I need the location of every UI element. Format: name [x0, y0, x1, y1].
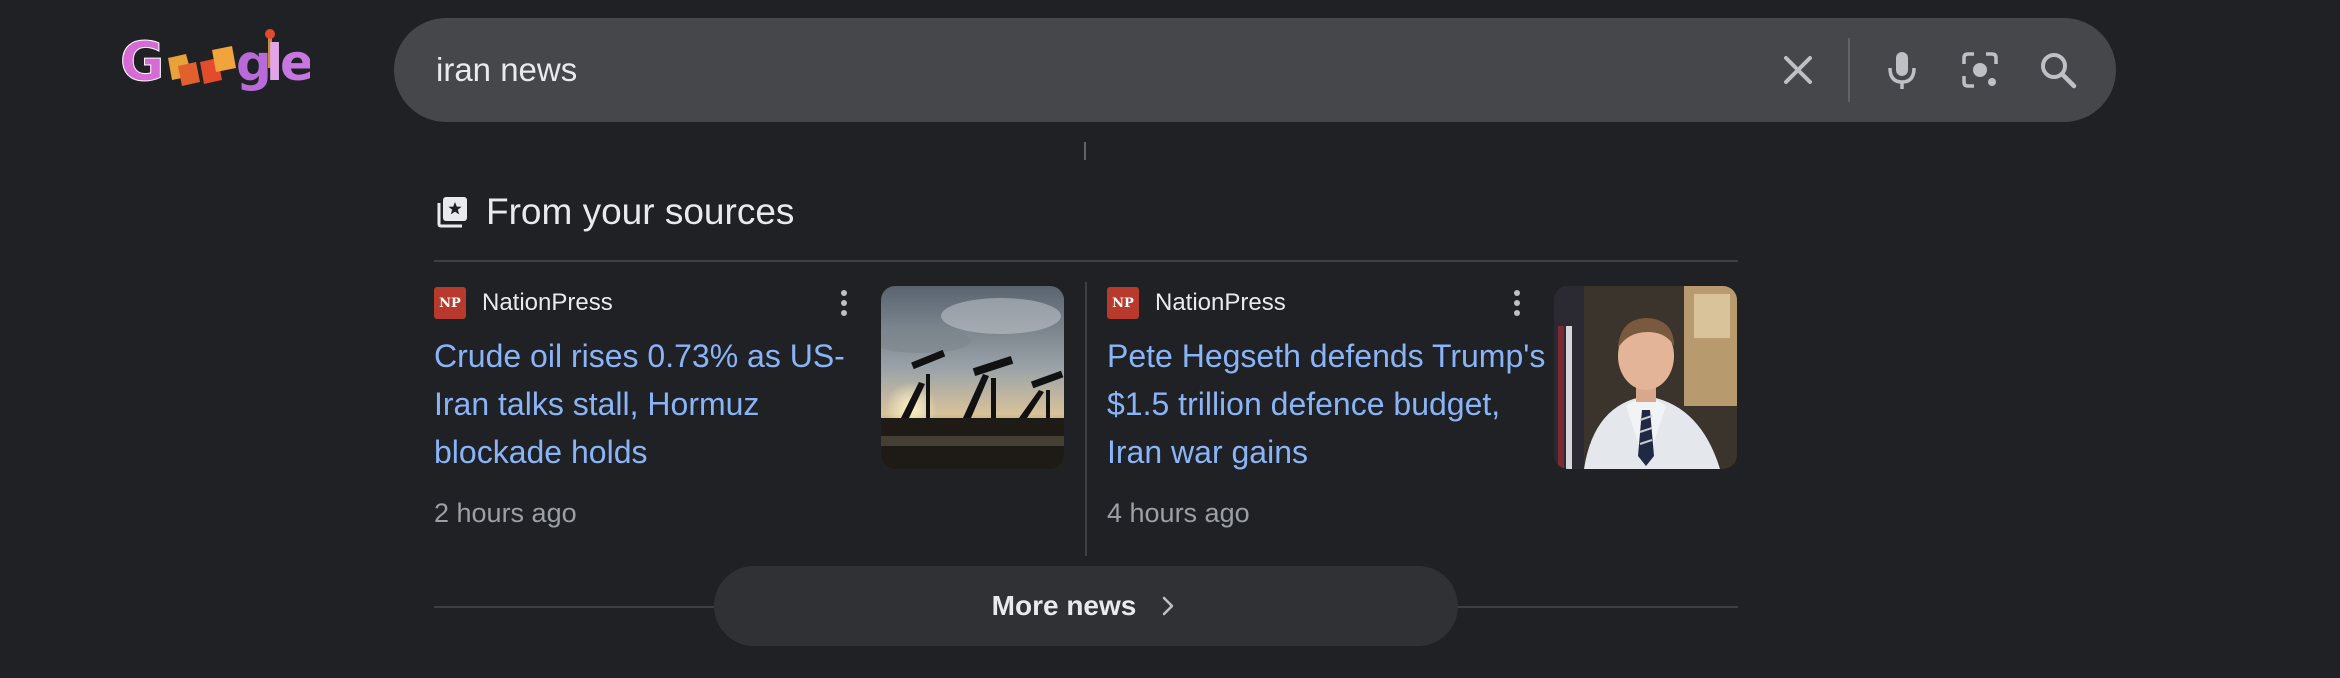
close-icon[interactable]	[1776, 48, 1820, 92]
svg-text:e: e	[280, 34, 310, 92]
article-headline[interactable]: Pete Hegseth defends Trump's $1.5 trilli…	[1107, 332, 1547, 476]
article-timestamp: 2 hours ago	[434, 498, 577, 528]
cards-divider	[1085, 282, 1087, 556]
more-news-label: More news	[991, 590, 1137, 621]
news-card[interactable]: NP NationPress Crude oil rises 0.73% as …	[434, 282, 1066, 554]
source-name: NationPress	[1155, 289, 1286, 316]
section-title: From your sources	[486, 191, 795, 232]
source-name: NationPress	[482, 289, 613, 316]
search-icon[interactable]	[2036, 48, 2080, 92]
article-headline[interactable]: Crude oil rises 0.73% as US-Iran talks s…	[434, 332, 874, 476]
more-news-button[interactable]: More news	[714, 566, 1458, 646]
chevron-right-icon	[1163, 596, 1174, 616]
camera-lens-icon[interactable]	[1958, 48, 2002, 92]
svg-text:G: G	[120, 30, 164, 93]
news-card[interactable]: NP NationPress Pete Hegseth defends Trum…	[1107, 282, 1739, 554]
more-options-icon[interactable]	[1503, 286, 1531, 320]
source-row: NP NationPress	[1107, 286, 1286, 320]
more-options-icon[interactable]	[830, 286, 858, 320]
source-row: NP NationPress	[434, 286, 613, 320]
microphone-icon[interactable]	[1880, 48, 1924, 92]
section-header: From your sources	[434, 186, 794, 238]
search-results-page: G g l e iran news From your sources NP N…	[0, 0, 2340, 678]
search-bar-divider	[1848, 38, 1850, 102]
google-doodle-logo[interactable]: G g l e	[120, 28, 310, 100]
source-logo: NP	[434, 287, 466, 319]
sources-icon	[437, 197, 467, 228]
search-input[interactable]: iran news	[436, 18, 577, 122]
section-divider	[434, 260, 1738, 262]
divider-tick	[1084, 142, 1086, 160]
oil-pumpjacks-sunset-image[interactable]	[881, 286, 1064, 469]
man-in-suit-image[interactable]	[1554, 286, 1737, 469]
source-logo: NP	[1107, 287, 1139, 319]
article-timestamp: 4 hours ago	[1107, 498, 1250, 528]
search-bar[interactable]: iran news	[394, 18, 2116, 122]
